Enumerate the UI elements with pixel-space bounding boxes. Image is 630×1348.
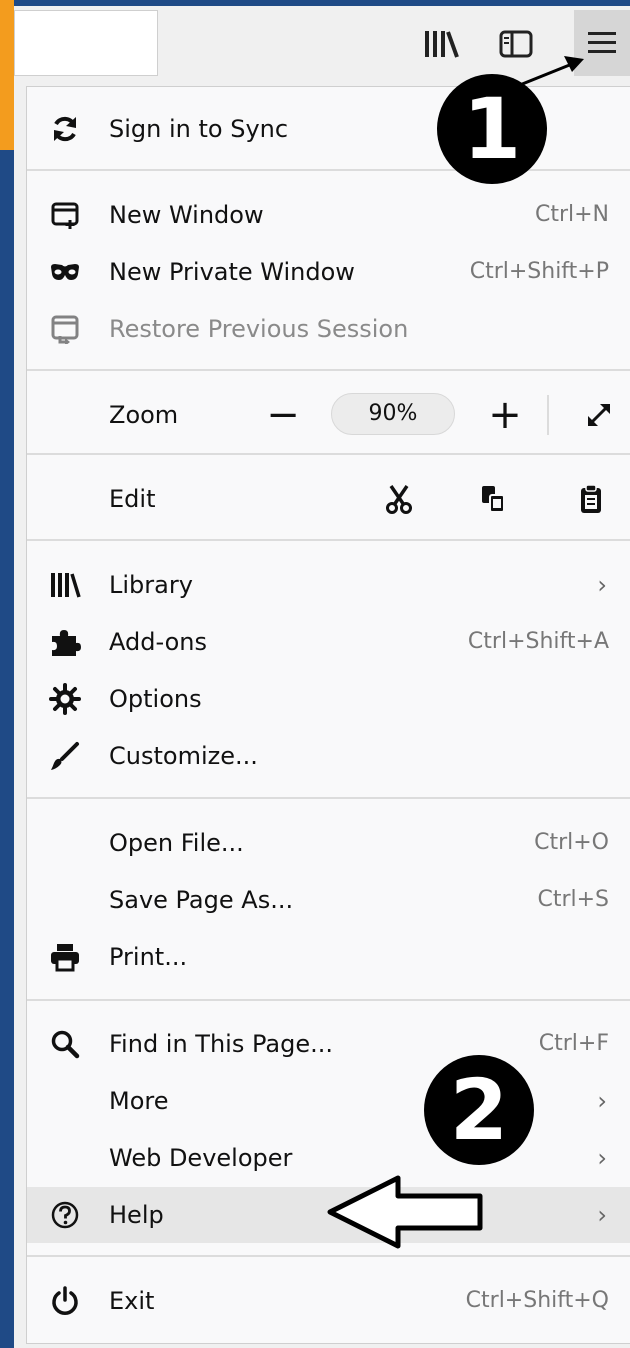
arrow-to-help-icon [327,1175,483,1249]
annotation-overlay [327,56,584,1249]
step-marker-1: 1 [437,74,547,184]
step-marker-2: 2 [424,1055,534,1165]
